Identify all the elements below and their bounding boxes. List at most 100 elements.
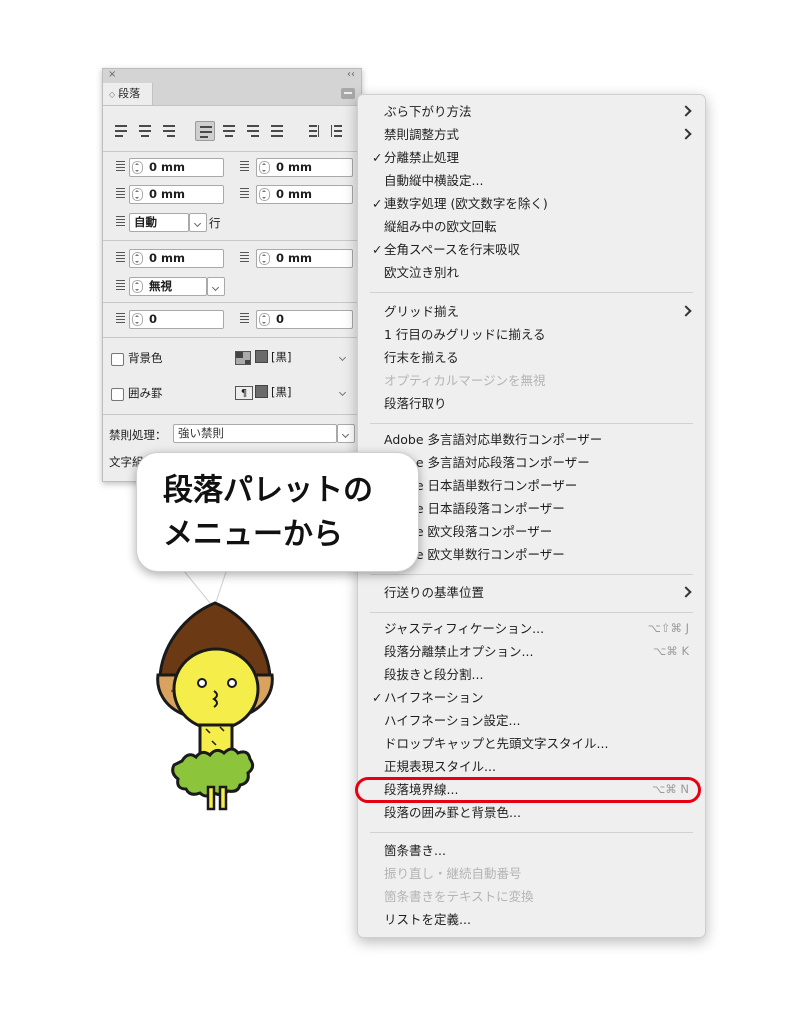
menu-item-leading-model[interactable]: 行送りの基準位置 (358, 581, 705, 604)
menu-item-grep-styles[interactable]: 正規表現スタイル... (358, 755, 705, 778)
tab-diamond-icon: ◇ (109, 90, 116, 99)
swatch-grid-icon[interactable] (235, 351, 251, 365)
menu-item-drop-caps[interactable]: ドロップキャップと先頭文字スタイル... (358, 732, 705, 755)
menu-item-roman-rotate[interactable]: 縦組み中の欧文回転 (358, 215, 705, 238)
menu-item-gyodori[interactable]: 段落行取り (358, 392, 705, 415)
menu-item-keep-options[interactable]: 段落分離禁止オプション... ⌥⌘ K (358, 640, 705, 663)
menu-item-hyphenation-settings[interactable]: ハイフネーション設定... (358, 709, 705, 732)
kinsoku-value: 強い禁則 (178, 426, 224, 440)
shading-color[interactable]: [黒] (255, 348, 291, 367)
align-to-grid-field[interactable]: 無視 (129, 277, 207, 296)
panel-menu-icon[interactable] (341, 88, 355, 99)
justify-all-icon[interactable] (267, 121, 287, 141)
justify-right-icon[interactable] (243, 121, 263, 141)
menu-item-shortcut: ⌥⌘ K (653, 644, 689, 658)
border-checkbox[interactable] (111, 388, 124, 401)
shading-color-value: [黒] (271, 350, 292, 364)
last-line-indent-field[interactable]: 0 mm (256, 185, 353, 204)
menu-item-label: Adobe 多言語対応単数行コンポーザー (384, 432, 603, 447)
chevron-down-icon[interactable] (337, 424, 355, 443)
chevron-right-icon (680, 105, 692, 117)
stepper-icon[interactable] (132, 313, 143, 326)
stepper-icon[interactable] (259, 252, 270, 265)
align-left-icon[interactable] (111, 121, 131, 141)
menu-item-auto-tcy[interactable]: 自動縦中横設定... (358, 169, 705, 192)
pilcrow-icon[interactable]: ¶ (235, 386, 253, 400)
shading-checkbox[interactable] (111, 353, 124, 366)
menu-item-hyphenation[interactable]: ✓ ハイフネーション (358, 686, 705, 709)
menu-item-define-lists[interactable]: リストを定義... (358, 908, 705, 931)
menu-item-label: 箇条書きをテキストに変換 (384, 889, 534, 904)
drop-cap-chars-value: 0 (276, 312, 285, 326)
right-indent-field[interactable]: 0 mm (256, 158, 353, 177)
menu-item-label: 禁則調整方式 (384, 127, 460, 142)
menu-item-span-columns[interactable]: 段抜きと段分割... (358, 663, 705, 686)
panel-tab-bar: ◇ 段落 (103, 83, 361, 106)
menu-item-label: 段落分離禁止オプション... (384, 644, 534, 659)
menu-item-label: 欧文泣き別れ (384, 265, 460, 280)
menu-item-kinsoku-adjust[interactable]: 禁則調整方式 (358, 123, 705, 146)
menu-item-renzuji[interactable]: ✓ 連数字処理 (欧文数字を除く) (358, 192, 705, 215)
menu-item-first-line-grid[interactable]: 1 行目のみグリッドに揃える (358, 323, 705, 346)
menu-separator (370, 574, 693, 575)
first-line-indent-field[interactable]: 0 mm (129, 185, 224, 204)
highlight-ring (355, 777, 701, 803)
space-after-field[interactable]: 0 mm (256, 249, 353, 268)
menu-separator (370, 832, 693, 833)
auto-leading-dropdown[interactable]: 自動 (129, 213, 189, 232)
space-before-value: 0 mm (149, 251, 185, 265)
menu-item-grid-align[interactable]: グリッド揃え (358, 300, 705, 323)
justify-center-icon[interactable] (219, 121, 239, 141)
first-line-indent-value: 0 mm (149, 187, 185, 201)
tab-paragraph[interactable]: ◇ 段落 (103, 83, 153, 105)
stepper-icon[interactable] (132, 188, 143, 201)
callout-line-2: メニューから (163, 518, 343, 551)
chevron-down-icon[interactable] (207, 277, 225, 296)
drop-cap-chars-field[interactable]: 0 (256, 310, 353, 329)
align-away-from-spine-icon[interactable] (327, 121, 347, 141)
menu-item-fullwidth-space[interactable]: ✓ 全角スペースを行末吸収 (358, 238, 705, 261)
drop-cap-lines-field[interactable]: 0 (129, 310, 224, 329)
menu-item-label: 行送りの基準位置 (384, 585, 485, 600)
menu-item-roman-warichu[interactable]: 欧文泣き別れ (358, 261, 705, 284)
stepper-icon[interactable] (259, 161, 270, 174)
stepper-icon[interactable] (132, 280, 143, 293)
stepper-icon[interactable] (132, 161, 143, 174)
paragraph-panel: × ‹‹ ◇ 段落 0 mm 0 mm 0 mm 0 mm 自動 行 0 mm 0… (102, 68, 362, 482)
menu-item-balance-ragged[interactable]: 行末を揃える (358, 346, 705, 369)
align-to-grid-icon (109, 279, 125, 293)
collapse-icon[interactable]: ‹‹ (347, 69, 355, 80)
menu-item-composer-1[interactable]: Adobe 多言語対応単数行コンポーザー (358, 428, 705, 451)
divider (103, 151, 361, 152)
menu-item-label: 連数字処理 (欧文数字を除く) (384, 196, 548, 211)
align-towards-spine-icon[interactable] (303, 121, 323, 141)
drop-cap-lines-value: 0 (149, 312, 158, 326)
menu-item-shortcut: ⌥⇧⌘ J (647, 621, 689, 635)
color-swatch-icon (255, 350, 268, 363)
kinsoku-dropdown[interactable]: 強い禁則 (173, 424, 337, 443)
left-indent-field[interactable]: 0 mm (129, 158, 224, 177)
menu-item-label: 段抜きと段分割... (384, 667, 484, 682)
align-right-icon[interactable] (159, 121, 179, 141)
stepper-icon[interactable] (132, 252, 143, 265)
menu-item-label: リストを定義... (384, 912, 471, 927)
chevron-down-icon[interactable] (335, 384, 353, 403)
close-icon[interactable]: × (108, 69, 116, 80)
justify-left-icon[interactable] (195, 121, 215, 141)
space-before-field[interactable]: 0 mm (129, 249, 224, 268)
menu-item-border-shading[interactable]: 段落の囲み罫と背景色... (358, 801, 705, 824)
menu-item-bullets[interactable]: 箇条書き... (358, 839, 705, 862)
border-color[interactable]: [黒] (255, 383, 291, 402)
chevron-down-icon[interactable] (189, 213, 207, 232)
menu-item-hanging-method[interactable]: ぶら下がり方法 (358, 100, 705, 123)
left-indent-icon (109, 160, 125, 174)
menu-item-label: 全角スペースを行末吸収 (384, 242, 521, 257)
menu-item-label: 分離禁止処理 (384, 150, 460, 165)
menu-item-bunri-kinshi[interactable]: ✓ 分離禁止処理 (358, 146, 705, 169)
stepper-icon[interactable] (259, 188, 270, 201)
align-center-icon[interactable] (135, 121, 155, 141)
stepper-icon[interactable] (259, 313, 270, 326)
menu-item-label: 縦組み中の欧文回転 (384, 219, 497, 234)
menu-item-justification[interactable]: ジャスティフィケーション... ⌥⇧⌘ J (358, 617, 705, 640)
chevron-down-icon[interactable] (335, 349, 353, 368)
